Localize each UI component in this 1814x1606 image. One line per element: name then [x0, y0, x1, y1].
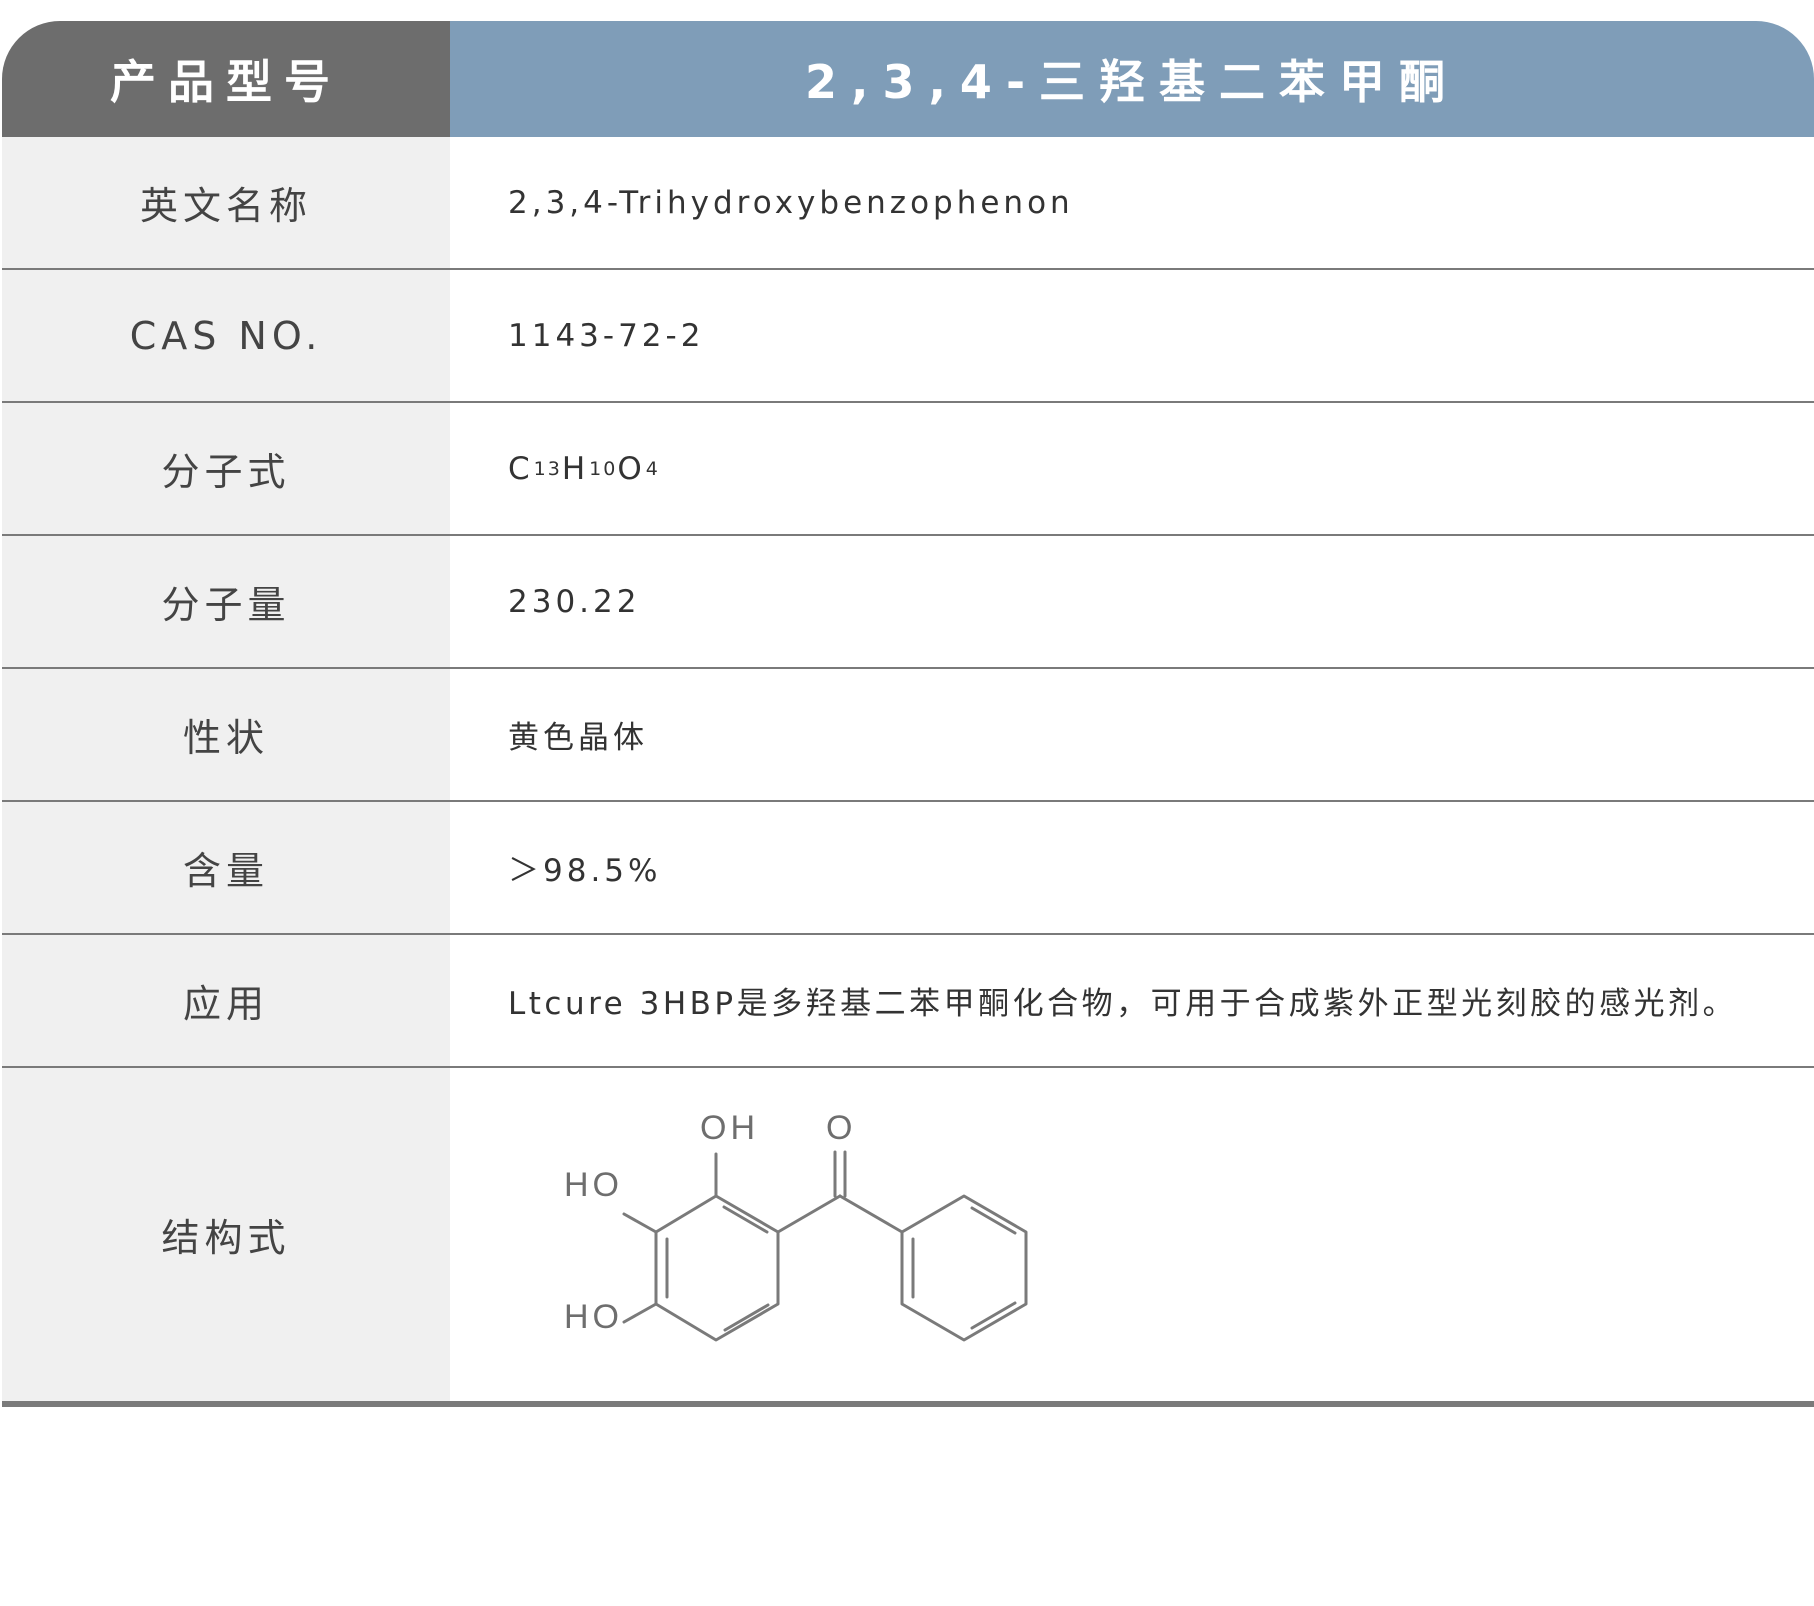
right-ring — [900, 1194, 1028, 1342]
ho-bond — [622, 1302, 658, 1324]
label-ho-middle: HO — [564, 1166, 623, 1204]
carbonyl-bond — [838, 1194, 904, 1234]
table-row-structure: 结构式 OH O HO HO — [2, 1068, 1814, 1407]
row-label: 分子式 — [2, 403, 450, 534]
row-value: 230.22 — [450, 536, 1814, 667]
left-ring-inner-bond — [723, 1303, 770, 1332]
formula-element-h: H — [561, 450, 590, 487]
carbonyl-bond — [776, 1194, 842, 1234]
row-label: 分子量 — [2, 536, 450, 667]
header-label: 产品型号 — [2, 21, 450, 137]
formula-subscript-h: 10 — [589, 457, 618, 480]
table-header: 产品型号 2,3,4-三羟基二苯甲酮 — [2, 21, 1814, 137]
formula-element-o: O — [617, 450, 646, 487]
table-row-molecular-weight: 分子量 230.22 — [2, 536, 1814, 669]
table-row-appearance: 性状 黄色晶体 — [2, 669, 1814, 802]
left-ring-inner-bond — [722, 1205, 769, 1234]
row-value: 黄色晶体 — [450, 669, 1814, 800]
structure-cell: OH O HO HO — [450, 1068, 1814, 1401]
label-o-top: O — [826, 1109, 856, 1147]
row-label: 结构式 — [2, 1068, 450, 1401]
row-label: 性状 — [2, 669, 450, 800]
row-label: 含量 — [2, 802, 450, 933]
formula-subscript-c: 13 — [533, 457, 562, 480]
label-oh-top: OH — [700, 1109, 759, 1147]
molecular-formula: C 13 H 10 O 4 — [450, 403, 1814, 534]
table-row-english-name: 英文名称 2,3,4-Trihydroxybenzophenon — [2, 137, 1814, 270]
formula-subscript-o: 4 — [645, 457, 660, 480]
row-label: 英文名称 — [2, 137, 450, 268]
table-row-content: 含量 ＞98.5% — [2, 802, 1814, 935]
row-label: 应用 — [2, 935, 450, 1066]
row-value: ＞98.5% — [450, 802, 1814, 933]
formula-element-c: C — [508, 450, 534, 487]
table-row-molecular-formula: 分子式 C 13 H 10 O 4 — [2, 403, 1814, 536]
left-ring — [654, 1194, 780, 1342]
ho-bond — [622, 1212, 658, 1234]
row-value: 2,3,4-Trihydroxybenzophenon — [450, 137, 1814, 268]
label-ho-bottom: HO — [564, 1298, 623, 1336]
structural-formula-diagram: OH O HO HO — [564, 1109, 1028, 1342]
row-value: Ltcure 3HBP是多羟基二苯甲酮化合物，可用于合成紫外正型光刻胶的感光剂。 — [450, 935, 1814, 1066]
product-spec-table: 产品型号 2,3,4-三羟基二苯甲酮 英文名称 2,3,4-Trihydroxy… — [2, 21, 1814, 1407]
table-row-cas-no: CAS NO. 1143-72-2 — [2, 270, 1814, 403]
header-product-name: 2,3,4-三羟基二苯甲酮 — [450, 21, 1814, 137]
row-label: CAS NO. — [2, 270, 450, 401]
table-row-application: 应用 Ltcure 3HBP是多羟基二苯甲酮化合物，可用于合成紫外正型光刻胶的感… — [2, 935, 1814, 1068]
row-value: 1143-72-2 — [450, 270, 1814, 401]
